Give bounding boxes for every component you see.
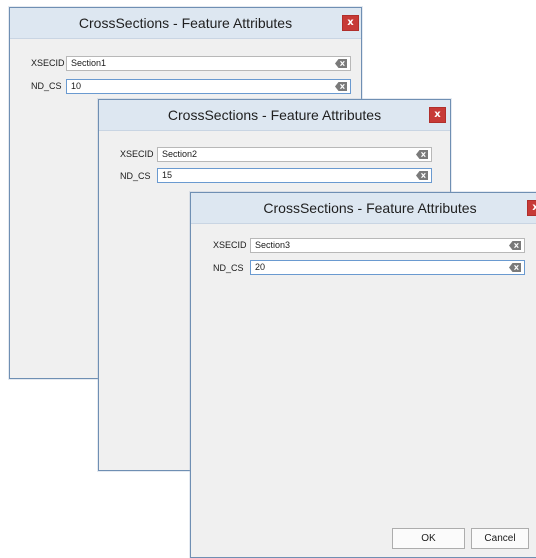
clear-icon[interactable] (416, 171, 428, 180)
dialog-title: CrossSections - Feature Attributes (78, 15, 293, 31)
nd-cs-value: 10 (71, 81, 82, 91)
nd-cs-value: 20 (255, 262, 266, 272)
dialog-title: CrossSections - Feature Attributes (167, 107, 382, 123)
xsecid-input[interactable]: Section3 (250, 238, 525, 253)
clear-icon[interactable] (335, 82, 347, 91)
xsecid-input[interactable]: Section1 (66, 56, 351, 71)
nd-cs-label: ND_CS (31, 81, 62, 91)
clear-icon[interactable] (335, 59, 347, 68)
nd-cs-input[interactable]: 10 (66, 79, 351, 94)
xsecid-value: Section2 (162, 149, 198, 159)
xsecid-label: XSECID (31, 58, 65, 68)
dialog-title: CrossSections - Feature Attributes (263, 200, 477, 216)
nd-cs-value: 15 (162, 170, 173, 180)
ok-button[interactable]: OK (392, 528, 465, 549)
close-button[interactable]: x (527, 200, 536, 216)
title-bar[interactable]: CrossSections - Feature Attributes x (99, 100, 450, 131)
xsecid-value: Section3 (255, 240, 291, 250)
xsecid-label: XSECID (120, 149, 154, 159)
nd-cs-label: ND_CS (213, 263, 244, 273)
nd-cs-input[interactable]: 15 (157, 168, 432, 183)
nd-cs-input[interactable]: 20 (250, 260, 525, 275)
close-button[interactable]: x (342, 15, 359, 31)
cancel-button[interactable]: Cancel (471, 528, 529, 549)
clear-icon[interactable] (416, 150, 428, 159)
title-bar[interactable]: CrossSections - Feature Attributes x (10, 8, 361, 39)
xsecid-input[interactable]: Section2 (157, 147, 432, 162)
clear-icon[interactable] (509, 241, 521, 250)
attributes-dialog-3: CrossSections - Feature Attributes x XSE… (190, 192, 536, 558)
close-button[interactable]: x (429, 107, 446, 123)
clear-icon[interactable] (509, 263, 521, 272)
nd-cs-label: ND_CS (120, 171, 151, 181)
xsecid-value: Section1 (71, 58, 107, 68)
xsecid-label: XSECID (213, 240, 247, 250)
title-bar[interactable]: CrossSections - Feature Attributes x (191, 193, 536, 224)
